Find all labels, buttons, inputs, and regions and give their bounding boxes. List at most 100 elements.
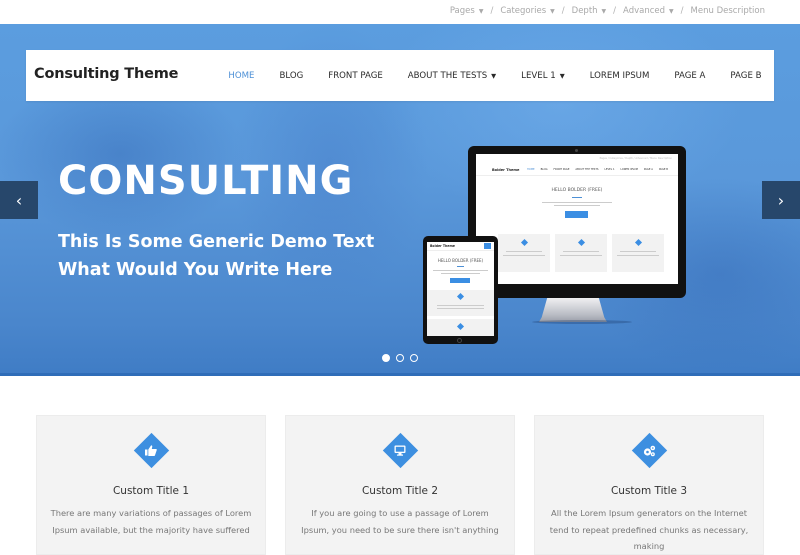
slider-dot-1[interactable] — [382, 354, 390, 362]
hero-subtitle-line: What Would You Write Here — [58, 260, 333, 280]
monitor-shadow — [532, 320, 632, 324]
slider-prev-button[interactable]: ‹ — [0, 181, 38, 219]
caret-down-icon: ▼ — [491, 71, 497, 80]
top-menu-label: Menu Description — [690, 6, 765, 16]
mini-top-links: Pages / Categories / Depth / Advanced / … — [599, 157, 672, 160]
mini-brand: Bolder Theme — [492, 168, 520, 172]
top-utility-bar: Pages ▼ / Categories ▼ / Depth ▼ / Advanced… — [0, 0, 800, 24]
mini-text-line — [620, 251, 656, 252]
mini-text-line — [617, 255, 659, 256]
feature-title: Custom Title 1 — [112, 485, 190, 497]
nav-label: LEVEL 1 — [521, 70, 556, 81]
caret-down-icon: ▼ — [550, 7, 555, 15]
nav-label: ABOUT THE TESTS — [407, 70, 488, 81]
feature-title: Custom Title 2 — [361, 485, 439, 497]
cogs-icon — [637, 438, 662, 463]
slider-next-button[interactable]: › — [762, 181, 800, 219]
mini-text-line — [503, 255, 545, 256]
caret-down-icon: ▼ — [601, 7, 607, 15]
mini-nav-link: HOME — [527, 168, 535, 171]
top-menu-label: Advanced — [623, 6, 666, 16]
mini-text-line — [554, 205, 600, 206]
tablet-mockup: Bolder Theme HELLO BOLDER (FREE) — [423, 236, 498, 344]
mini-button — [565, 211, 588, 218]
mini-text-line — [542, 202, 612, 203]
top-menu-menu-description[interactable]: Menu Description — [691, 6, 765, 16]
tablet-home-button — [457, 338, 462, 343]
top-menu-depth[interactable]: Depth ▼ — [572, 6, 607, 16]
top-menu-categories[interactable]: Categories ▼ — [500, 6, 554, 16]
separator: / — [613, 6, 617, 16]
caret-down-icon: ▼ — [559, 71, 565, 80]
mini-text-line — [563, 251, 599, 252]
mini-text-line — [506, 251, 542, 252]
caret-down-icon: ▼ — [478, 7, 484, 15]
tablet-screen: Bolder Theme HELLO BOLDER (FREE) — [427, 242, 494, 336]
feature-description: If you are going to use a passage of Lor… — [301, 508, 499, 535]
mini-nav-link: PAGE B — [658, 168, 668, 171]
nav-front-page[interactable]: FRONT PAGE — [316, 71, 396, 81]
separator: / — [490, 6, 494, 16]
camera-dot — [575, 149, 578, 152]
slider-dot-2[interactable] — [396, 354, 404, 362]
mini-underline — [457, 266, 464, 267]
hero-subtitle: This Is Some Generic Demo Text What Woul… — [58, 228, 374, 284]
thumbs-up-icon — [139, 438, 164, 463]
mini-navbar: Bolder Theme HOME BLOG FRONT PAGE ABOUT … — [476, 164, 678, 176]
hero-title: CONSULTING — [58, 158, 354, 204]
top-menu-advanced[interactable]: Advanced ▼ — [623, 6, 674, 16]
nav-about-the-tests[interactable]: ABOUT THE TESTS ▼ — [395, 71, 508, 81]
mini-nav-link: FRONT PAGE — [553, 168, 570, 171]
nav-level-1[interactable]: LEVEL 1 ▼ — [509, 71, 578, 81]
feature-card: Custom Title 2 If you are going to use a… — [285, 415, 515, 555]
mini-nav-link: LOREM IPSUM — [620, 168, 638, 171]
feature-title: Custom Title 3 — [610, 485, 688, 497]
monitor-icon — [388, 438, 413, 463]
hero-slider: Consulting Theme HOME BLOG FRONT PAGE AB… — [0, 24, 800, 376]
mini-nav-link: PAGE A — [643, 168, 653, 171]
nav-page-b[interactable]: PAGE B — [718, 71, 774, 81]
separator: / — [680, 6, 684, 16]
mini-text-line — [560, 255, 602, 256]
site-brand[interactable]: Consulting Theme — [34, 66, 178, 82]
mini-text-line — [441, 273, 480, 274]
top-menu-label: Depth — [571, 6, 598, 16]
top-menu-label: Pages — [449, 6, 475, 16]
feature-card: Custom Title 1 There are many variations… — [36, 415, 266, 555]
monitor-mockup: Pages / Categories / Depth / Advanced / … — [468, 146, 686, 298]
tablet-menu-icon — [484, 243, 491, 249]
mini-nav-link: LEVEL 1 — [604, 168, 615, 171]
slider-dot-3[interactable] — [410, 354, 418, 362]
nav-page-a[interactable]: PAGE A — [662, 71, 718, 81]
monitor-screen: Pages / Categories / Depth / Advanced / … — [476, 154, 678, 284]
mini-text-line — [437, 305, 484, 306]
caret-down-icon: ▼ — [669, 7, 674, 15]
nav-lorem-ipsum[interactable]: LOREM IPSUM — [577, 71, 662, 81]
chevron-right-icon: › — [777, 190, 785, 210]
mini-text-line — [433, 270, 488, 271]
main-navbar: Consulting Theme HOME BLOG FRONT PAGE AB… — [26, 50, 774, 101]
feature-description: All the Lorem Ipsum generators on the In… — [549, 508, 749, 551]
mini-underline — [572, 197, 582, 198]
mini-text-line — [437, 308, 484, 309]
main-nav: HOME BLOG FRONT PAGE ABOUT THE TESTS ▼ LE… — [216, 50, 774, 101]
feature-description: There are many variations of passages of… — [50, 508, 252, 535]
top-menu: Pages ▼ / Categories ▼ / Depth ▼ / Advanced… — [450, 6, 765, 16]
top-menu-label: Categories — [500, 6, 547, 16]
slider-pagination — [382, 354, 418, 362]
mini-nav-link: BLOG — [540, 168, 548, 171]
monitor-stand — [539, 298, 607, 322]
mini-nav-link: ABOUT THE TESTS — [575, 168, 599, 171]
separator: / — [561, 6, 565, 16]
mini-headline: HELLO BOLDER (FREE) — [551, 188, 603, 193]
chevron-left-icon: ‹ — [15, 190, 23, 210]
tablet-headline: HELLO BOLDER (FREE) — [437, 258, 484, 263]
tablet-brand: Bolder Theme — [430, 244, 455, 248]
mini-nav-links: HOME BLOG FRONT PAGE ABOUT THE TESTS LEV… — [527, 168, 668, 171]
nav-home[interactable]: HOME — [216, 71, 267, 81]
top-menu-pages[interactable]: Pages ▼ — [450, 6, 484, 16]
mini-button — [450, 278, 470, 283]
features-section: Custom Title 1 There are many variations… — [0, 376, 800, 555]
tablet-navbar: Bolder Theme — [427, 242, 494, 251]
nav-blog[interactable]: BLOG — [267, 71, 316, 81]
